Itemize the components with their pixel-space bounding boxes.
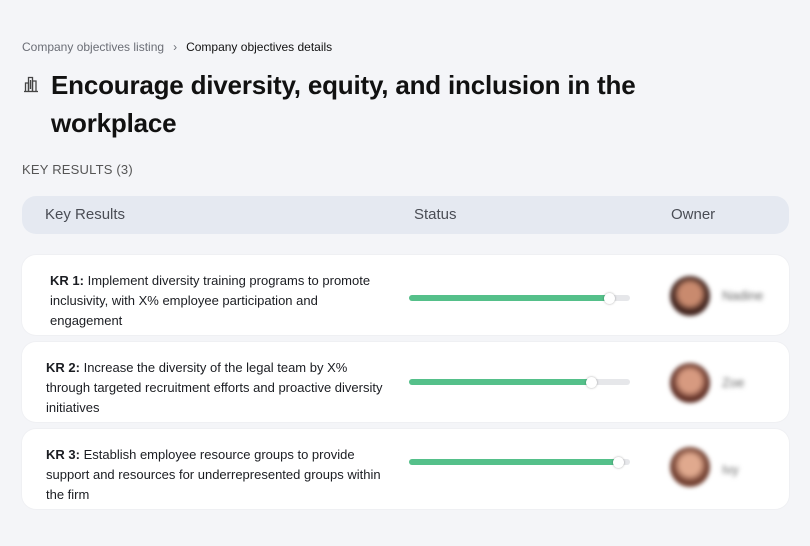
building-icon — [24, 76, 38, 93]
progress-fill — [409, 456, 624, 468]
progress-knob — [612, 456, 624, 468]
key-result-label: KR 2: — [46, 360, 80, 375]
owner-name: Nadine — [722, 288, 764, 303]
chevron-right-icon: › — [173, 40, 178, 54]
column-header-status: Status — [414, 206, 457, 223]
progress-bar — [409, 376, 630, 388]
key-result-row-1[interactable]: KR 1: Implement diversity training progr… — [22, 255, 789, 335]
progress-fill — [409, 376, 598, 388]
column-header-key-results: Key Results — [45, 206, 126, 223]
avatar[interactable] — [670, 276, 710, 316]
key-result-row-3[interactable]: KR 3: Establish employee resource groups… — [22, 429, 789, 509]
table-header: Key Results Status Owner — [22, 196, 789, 234]
avatar[interactable] — [670, 447, 710, 487]
title-row: Encourage diversity, equity, and inclusi… — [22, 66, 711, 142]
key-result-label: KR 3: — [46, 447, 80, 462]
page-title: Encourage diversity, equity, and inclusi… — [51, 70, 636, 138]
key-result-label: KR 1: — [50, 273, 84, 288]
owner-name: Zoe — [722, 375, 745, 390]
progress-knob — [586, 376, 598, 388]
progress-bar — [409, 292, 630, 304]
breadcrumb-link-objectives-listing[interactable]: Company objectives listing — [22, 40, 164, 54]
progress-bar — [409, 456, 630, 468]
column-header-owner: Owner — [671, 206, 716, 223]
key-result-text: Increase the diversity of the legal team… — [46, 360, 383, 415]
key-result-description: KR 1: Implement diversity training progr… — [50, 271, 390, 331]
key-result-text: Establish employee resource groups to pr… — [46, 447, 381, 502]
owner-name: Ivy — [722, 462, 739, 477]
key-result-row-2[interactable]: KR 2: Increase the diversity of the lega… — [22, 342, 789, 422]
breadcrumb-current: Company objectives details — [186, 40, 333, 54]
progress-knob — [604, 292, 616, 304]
key-results-count-label: KEY RESULTS (3) — [22, 162, 133, 177]
key-result-description: KR 2: Increase the diversity of the lega… — [46, 358, 386, 418]
key-result-text: Implement diversity training programs to… — [50, 273, 371, 328]
avatar[interactable] — [670, 363, 710, 403]
progress-fill — [409, 292, 616, 304]
breadcrumb: Company objectives listing › Company obj… — [22, 40, 332, 54]
key-result-description: KR 3: Establish employee resource groups… — [46, 445, 386, 505]
